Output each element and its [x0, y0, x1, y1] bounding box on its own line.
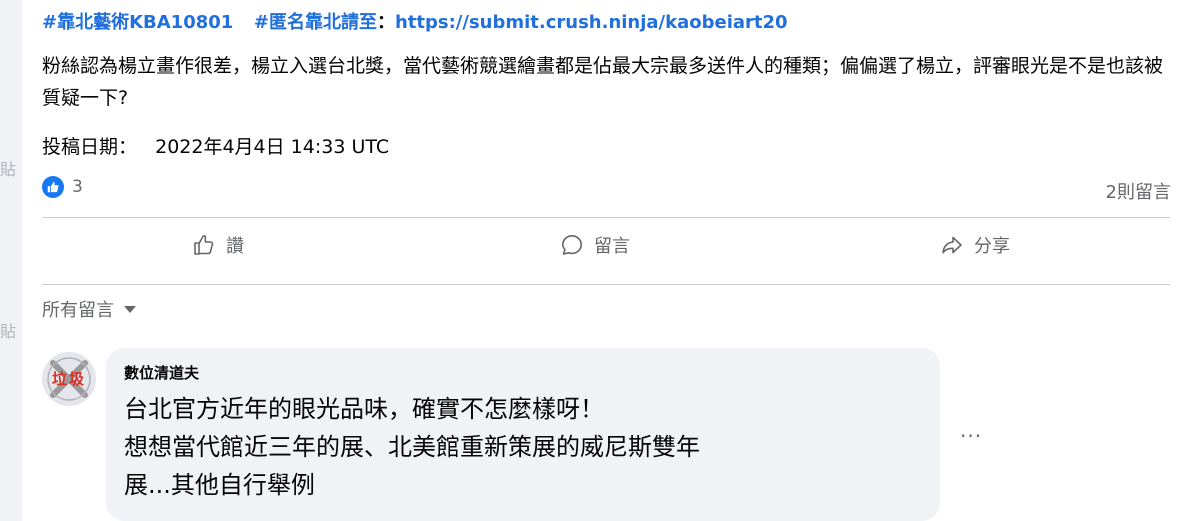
share-arrow-icon [942, 236, 962, 254]
post-card: #靠北藝術KBA10801 #匿名靠北請至：https://submit.cru… [22, 0, 1185, 521]
comment-label: 留言 [594, 236, 630, 257]
avatar[interactable]: 垃圾 [42, 352, 96, 406]
post-date-label: 投稿日期： [42, 136, 138, 158]
post-hashtags: #靠北藝術KBA10801 #匿名靠北請至：https://submit.cru… [42, 8, 788, 34]
comment-line: 想想當代館近三年的展、北美館重新策展的威尼斯雙年 [124, 433, 700, 461]
left-gutter: 貼 貼 [0, 0, 22, 521]
comment-line: 展...其他自行舉例 [124, 471, 315, 499]
submit-url-link[interactable]: https://submit.crush.ninja/kaobeiart20 [395, 12, 788, 33]
like-button[interactable]: 讚 [192, 232, 244, 258]
hashtag-kba-link[interactable]: #靠北藝術KBA10801 [42, 12, 233, 33]
caret-down-icon [124, 305, 136, 313]
share-label: 分享 [974, 236, 1010, 257]
post-body: 粉絲認為楊立畫作很差，楊立入選台北獎，當代藝術競選繪畫都是佔最大宗最多送件人的種… [42, 55, 1164, 109]
comment-button[interactable]: 留言 [560, 232, 630, 258]
divider [42, 284, 1170, 285]
gutter-fragment: 貼 [0, 160, 17, 179]
post-date: 投稿日期： 2022年4月4日 14:33 UTC [42, 132, 389, 159]
comment-sort-label: 所有留言 [42, 300, 114, 321]
comment-text: 台北官方近年的眼光品味，確實不怎麼樣呀！ 想想當代館近三年的展、北美館重新策展的… [124, 390, 924, 504]
share-button[interactable]: 分享 [940, 232, 1010, 258]
divider [42, 217, 1170, 218]
thumbs-up-icon [194, 235, 214, 255]
comment-count-link[interactable]: 2則留言 [1106, 178, 1171, 204]
comment-bubble: 數位清道夫 台北官方近年的眼光品味，確實不怎麼樣呀！ 想想當代館近三年的展、北美… [106, 348, 940, 521]
more-options-icon[interactable]: ··· [960, 424, 982, 448]
avatar-text: 垃圾 [51, 370, 86, 388]
like-label: 讚 [226, 236, 244, 257]
speech-bubble-icon [562, 235, 582, 255]
gutter-fragment: 貼 [0, 322, 17, 341]
reaction-count: 3 [72, 177, 83, 197]
reactions-summary[interactable]: 3 [42, 176, 83, 198]
hashtag-anonymous-link[interactable]: #匿名靠北請至 [254, 12, 377, 33]
colon: ： [376, 12, 395, 33]
commenter-name-link[interactable]: 數位清道夫 [124, 362, 199, 383]
like-reaction-icon [42, 176, 64, 198]
post-date-value: 2022年4月4日 14:33 UTC [155, 136, 390, 158]
comment-line: 台北官方近年的眼光品味，確實不怎麼樣呀！ [124, 395, 604, 423]
comment-sort-dropdown[interactable]: 所有留言 [42, 296, 136, 322]
